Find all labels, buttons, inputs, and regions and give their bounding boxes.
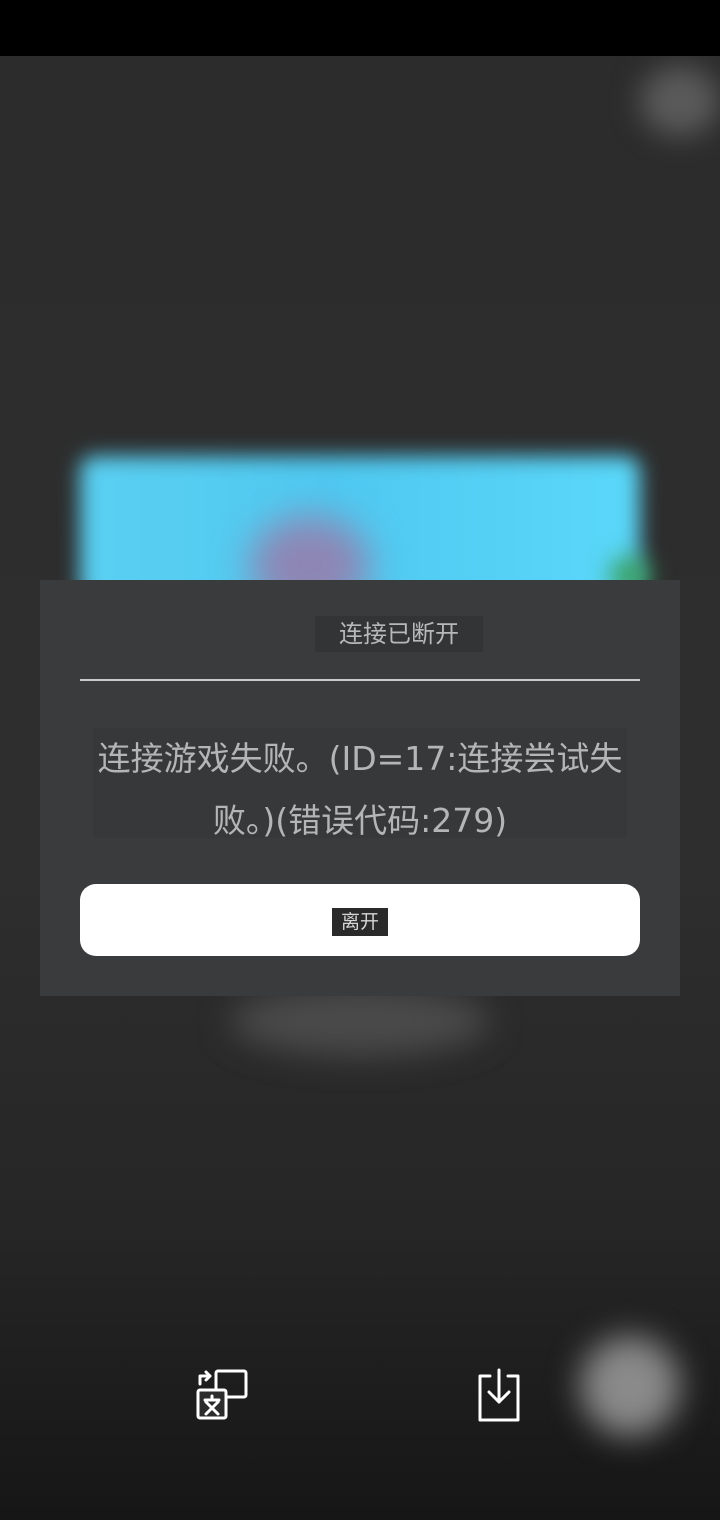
leave-button-label: 离开: [332, 908, 388, 936]
error-message: 连接游戏失败。(ID=17:连接尝试失败。)(错误代码:279): [97, 739, 623, 840]
blurred-top-right-element: [640, 66, 720, 136]
dialog-divider: [80, 679, 640, 681]
translate-icon[interactable]: [194, 1368, 250, 1424]
blurred-under-dialog-element: [230, 986, 490, 1056]
leave-button[interactable]: 离开: [80, 884, 640, 956]
dialog-title: 连接已断开: [315, 616, 483, 652]
blurred-floating-button: [580, 1336, 680, 1436]
download-icon[interactable]: [474, 1368, 524, 1424]
screen: 连接已断开 连接游戏失败。(ID=17:连接尝试失败。)(错误代码:279) 离…: [0, 0, 720, 1520]
disconnect-dialog: 连接已断开 连接游戏失败。(ID=17:连接尝试失败。)(错误代码:279) 离…: [40, 580, 680, 996]
status-bar: [0, 0, 720, 56]
